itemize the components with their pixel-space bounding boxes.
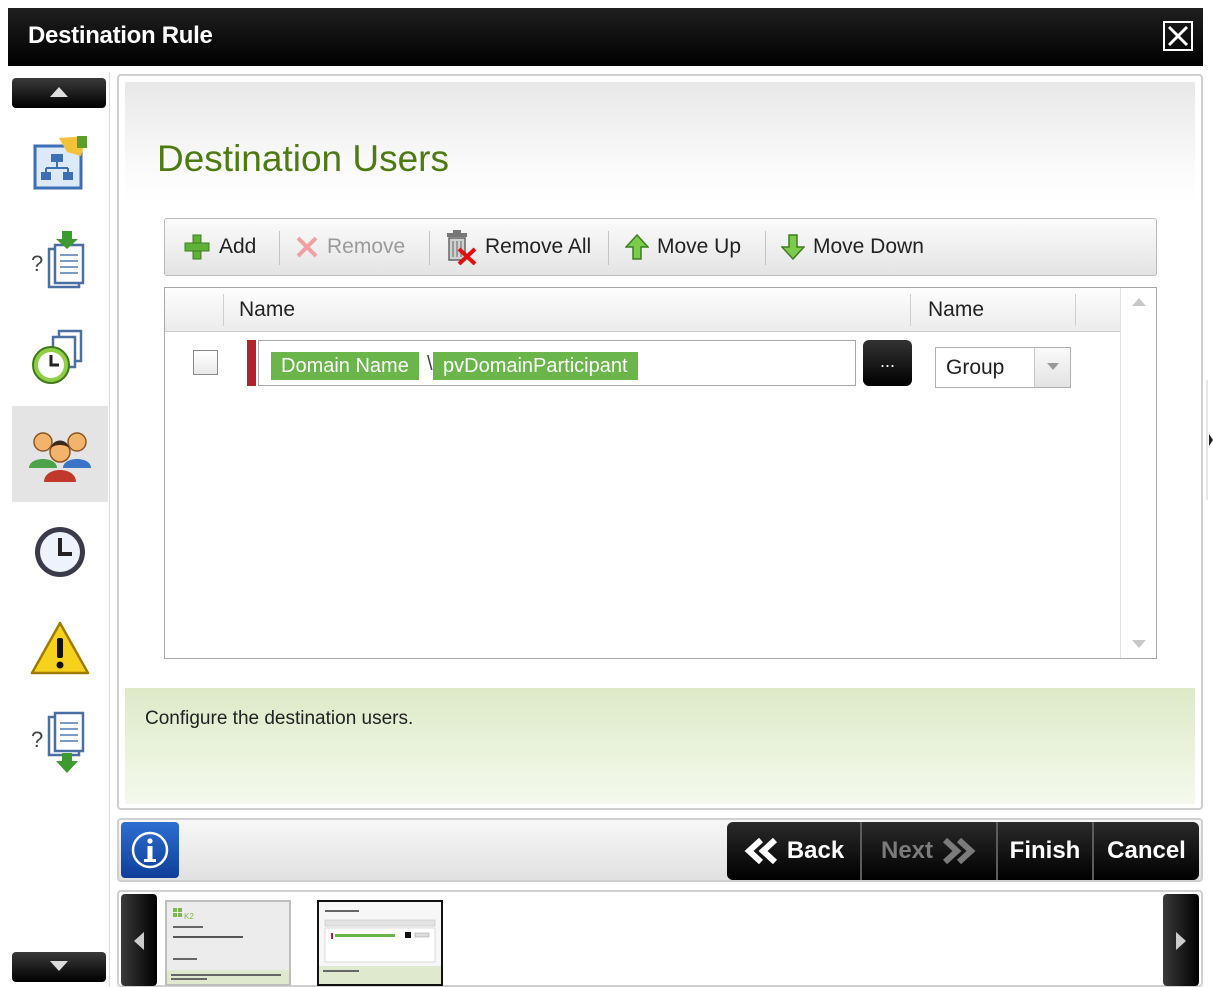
help-panel: Configure the destination users. <box>125 688 1195 804</box>
clock-pages-icon <box>32 329 83 384</box>
name-input[interactable]: Domain Name \ pvDomainParticipant <box>258 340 856 386</box>
window-title: Destination Rule <box>28 22 213 49</box>
nav-step-escalation[interactable] <box>12 308 108 404</box>
column-header-name[interactable]: Name <box>239 298 295 322</box>
nav-scroll-up-button[interactable] <box>12 78 106 108</box>
arrow-up-icon <box>50 87 68 97</box>
wizard-step-nav: ? ? <box>8 72 110 987</box>
finish-label: Finish <box>1009 837 1081 864</box>
type-select-value: Group <box>946 356 1005 379</box>
toolbar-divider <box>608 231 609 265</box>
column-header-type[interactable]: Name <box>928 298 984 322</box>
page-header: Destination Users <box>125 82 1195 202</box>
page-title: Destination Users <box>157 138 450 179</box>
wizard-nav-bar: Back Next Finish Cancel <box>117 818 1203 882</box>
nav-scroll-down-button[interactable] <box>12 952 106 982</box>
name-token[interactable]: Domain Name <box>271 352 419 380</box>
cancel-button[interactable]: Cancel <box>1094 822 1199 880</box>
add-label: Add <box>219 235 257 258</box>
type-select[interactable]: Group <box>935 347 1071 388</box>
arrow-down-icon <box>50 961 68 971</box>
column-divider <box>910 294 911 326</box>
move-down-button[interactable]: Move Down <box>781 219 924 275</box>
back-label: Back <box>786 837 845 864</box>
svg-text:?: ? <box>31 727 43 752</box>
nav-step-destination-users[interactable] <box>12 406 108 502</box>
nav-step-question-in[interactable]: ? <box>12 212 108 308</box>
double-chevron-left-icon <box>744 838 777 864</box>
destination-users-grid: Name Name Domain Name \ pvDomainParticip… <box>164 287 1157 659</box>
required-indicator <box>247 340 256 386</box>
move-up-label: Move Up <box>657 235 742 258</box>
grid-scrollbar[interactable] <box>1120 288 1156 658</box>
thumbnail-preview <box>319 902 441 984</box>
name-token[interactable]: pvDomainParticipant <box>433 352 638 380</box>
column-divider <box>1075 294 1076 326</box>
cancel-label: Cancel <box>1107 837 1186 864</box>
help-text: Configure the destination users. <box>145 708 414 729</box>
arrow-down-green-icon <box>781 234 805 261</box>
thumbs-prev-button[interactable] <box>121 894 157 986</box>
arrow-left-icon <box>134 932 144 950</box>
title-bar: Destination Rule <box>8 8 1203 66</box>
token-separator: \ <box>427 353 433 375</box>
clock-icon <box>35 527 85 577</box>
chevron-down-icon <box>1046 363 1059 370</box>
remove-label: Remove <box>327 235 406 258</box>
close-icon <box>1167 25 1189 47</box>
thumbnail-logo-text: K2 <box>184 912 194 921</box>
question-upload-icon: ? <box>31 711 85 773</box>
main-panel: Destination Users Add Remove Remove All … <box>117 74 1203 810</box>
svg-text:?: ? <box>31 251 43 276</box>
column-divider <box>223 294 224 326</box>
nav-step-timing[interactable] <box>12 504 108 600</box>
arrow-right-icon <box>1176 932 1186 950</box>
scroll-up-icon[interactable] <box>1132 298 1146 306</box>
thumbnail-welcome[interactable]: K2 <box>165 900 291 986</box>
close-button[interactable] <box>1163 21 1193 51</box>
add-button[interactable]: Add <box>183 219 256 275</box>
info-button[interactable] <box>121 822 179 878</box>
nav-step-process[interactable] <box>12 116 108 212</box>
remove-x-icon <box>296 236 318 258</box>
info-icon <box>131 831 169 869</box>
process-chart-icon <box>33 136 87 190</box>
question-download-icon: ? <box>31 231 85 289</box>
toolbar-divider <box>429 231 430 265</box>
trash-remove-icon <box>447 230 477 265</box>
double-chevron-right-icon <box>942 838 976 864</box>
nav-step-warning[interactable] <box>12 600 108 696</box>
remove-all-button[interactable]: Remove All <box>443 219 591 275</box>
toolbar-divider <box>765 231 766 265</box>
next-label: Next <box>880 837 934 864</box>
toolbar-divider <box>279 231 280 265</box>
remove-button[interactable]: Remove <box>295 219 405 275</box>
thumbs-next-button[interactable] <box>1163 894 1199 986</box>
toolbar: Add Remove Remove All Move Up Move Down <box>164 218 1157 276</box>
side-panel-toggle[interactable] <box>1206 380 1213 500</box>
dropdown-button[interactable] <box>1034 348 1070 387</box>
warning-icon <box>30 621 90 675</box>
grid-header: Name Name <box>165 288 1120 332</box>
side-panel-arrow-icon <box>1206 380 1213 500</box>
thumbnail-destination-users[interactable] <box>317 900 443 986</box>
next-button[interactable]: Next <box>862 822 996 880</box>
page-thumbnail-strip: K2 <box>117 890 1203 987</box>
move-down-label: Move Down <box>813 235 924 258</box>
scroll-down-icon[interactable] <box>1132 640 1146 648</box>
table-row: Domain Name \ pvDomainParticipant ... Gr… <box>165 338 1120 392</box>
browse-button[interactable]: ... <box>863 340 912 386</box>
plus-icon <box>184 234 210 260</box>
move-up-button[interactable]: Move Up <box>625 219 741 275</box>
row-checkbox[interactable] <box>193 350 218 375</box>
arrow-up-green-icon <box>625 233 649 260</box>
remove-all-label: Remove All <box>485 235 592 258</box>
finish-button[interactable]: Finish <box>998 822 1092 880</box>
thumbnail-preview: K2 <box>167 902 289 984</box>
back-button[interactable]: Back <box>727 822 860 880</box>
users-group-icon <box>29 432 91 482</box>
nav-step-question-out[interactable]: ? <box>12 694 108 790</box>
